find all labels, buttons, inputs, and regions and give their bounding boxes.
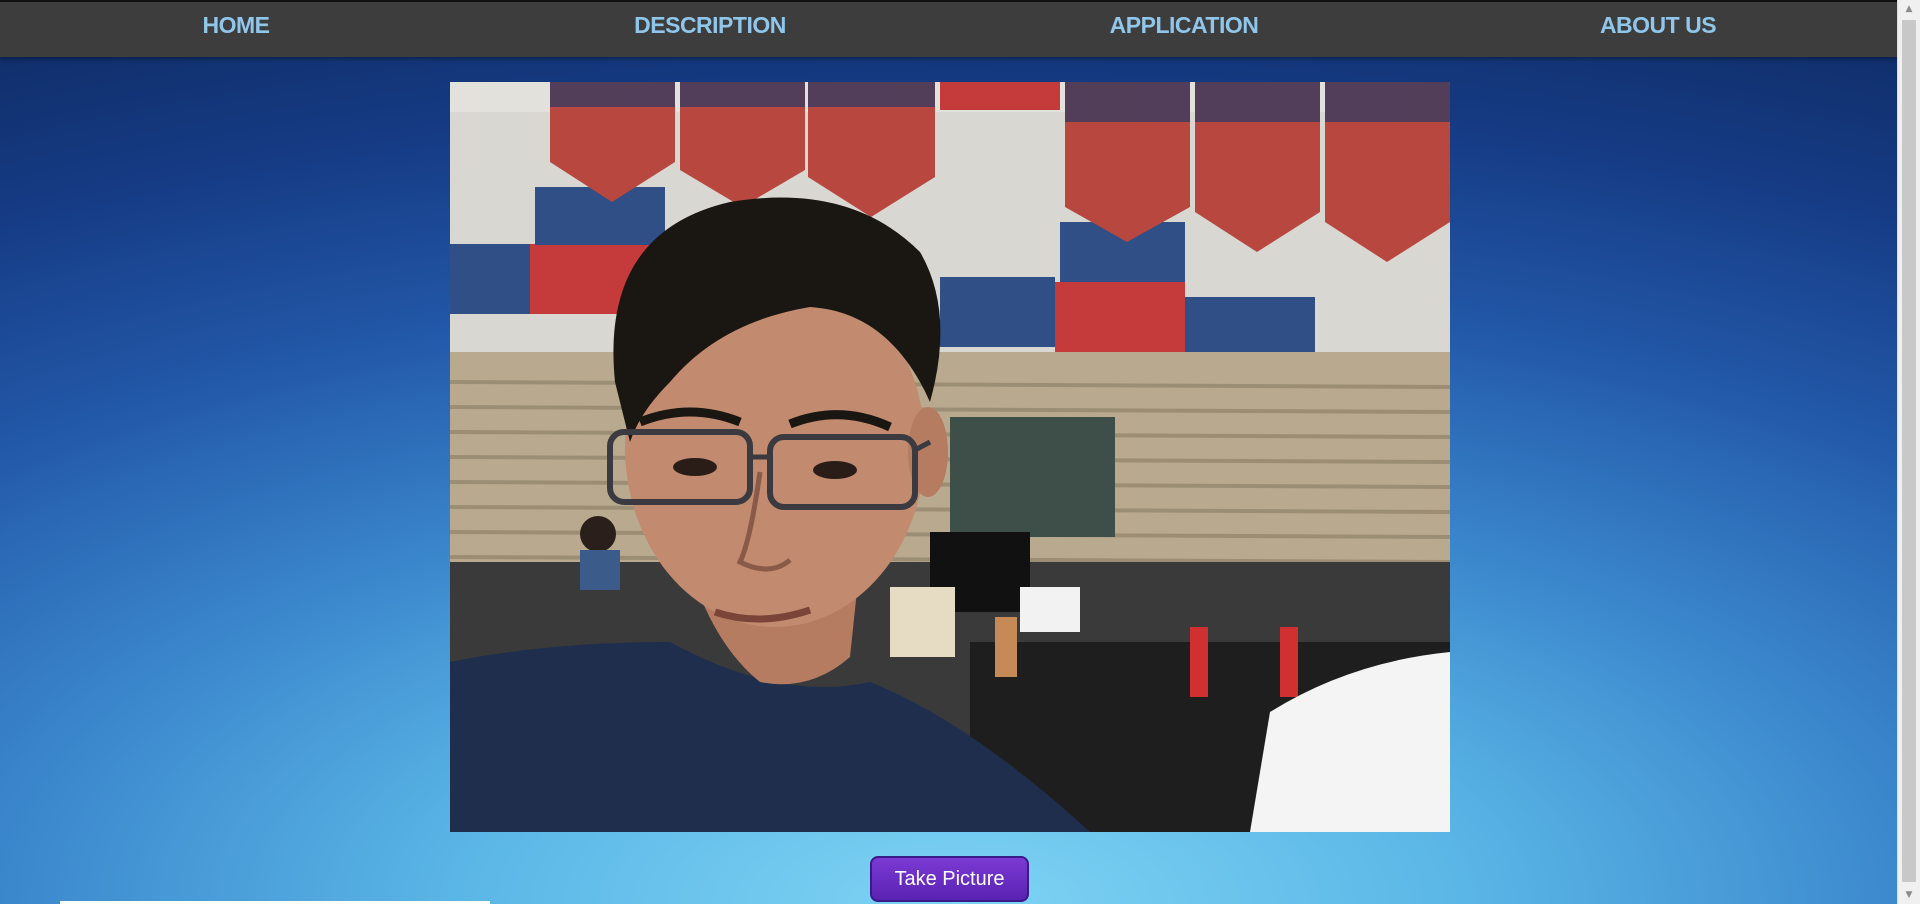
nav-home[interactable]: HOME	[203, 12, 271, 39]
take-picture-button[interactable]: Take Picture	[870, 856, 1029, 902]
scrollbar-thumb[interactable]	[1902, 20, 1916, 882]
nav-about-us[interactable]: ABOUT US	[1600, 12, 1717, 39]
main-navbar: HOME DESCRIPTION APPLICATION ABOUT US	[0, 2, 1898, 57]
webcam-video-feed	[450, 82, 1450, 832]
nav-description[interactable]: DESCRIPTION	[634, 12, 786, 39]
webcam-frame-illustration	[450, 82, 1450, 832]
nav-application[interactable]: APPLICATION	[1110, 12, 1259, 39]
scroll-up-arrow-icon[interactable]: ▲	[1898, 0, 1920, 18]
scroll-down-arrow-icon[interactable]: ▼	[1898, 886, 1920, 904]
vertical-scrollbar[interactable]: ▲ ▼	[1897, 0, 1920, 904]
